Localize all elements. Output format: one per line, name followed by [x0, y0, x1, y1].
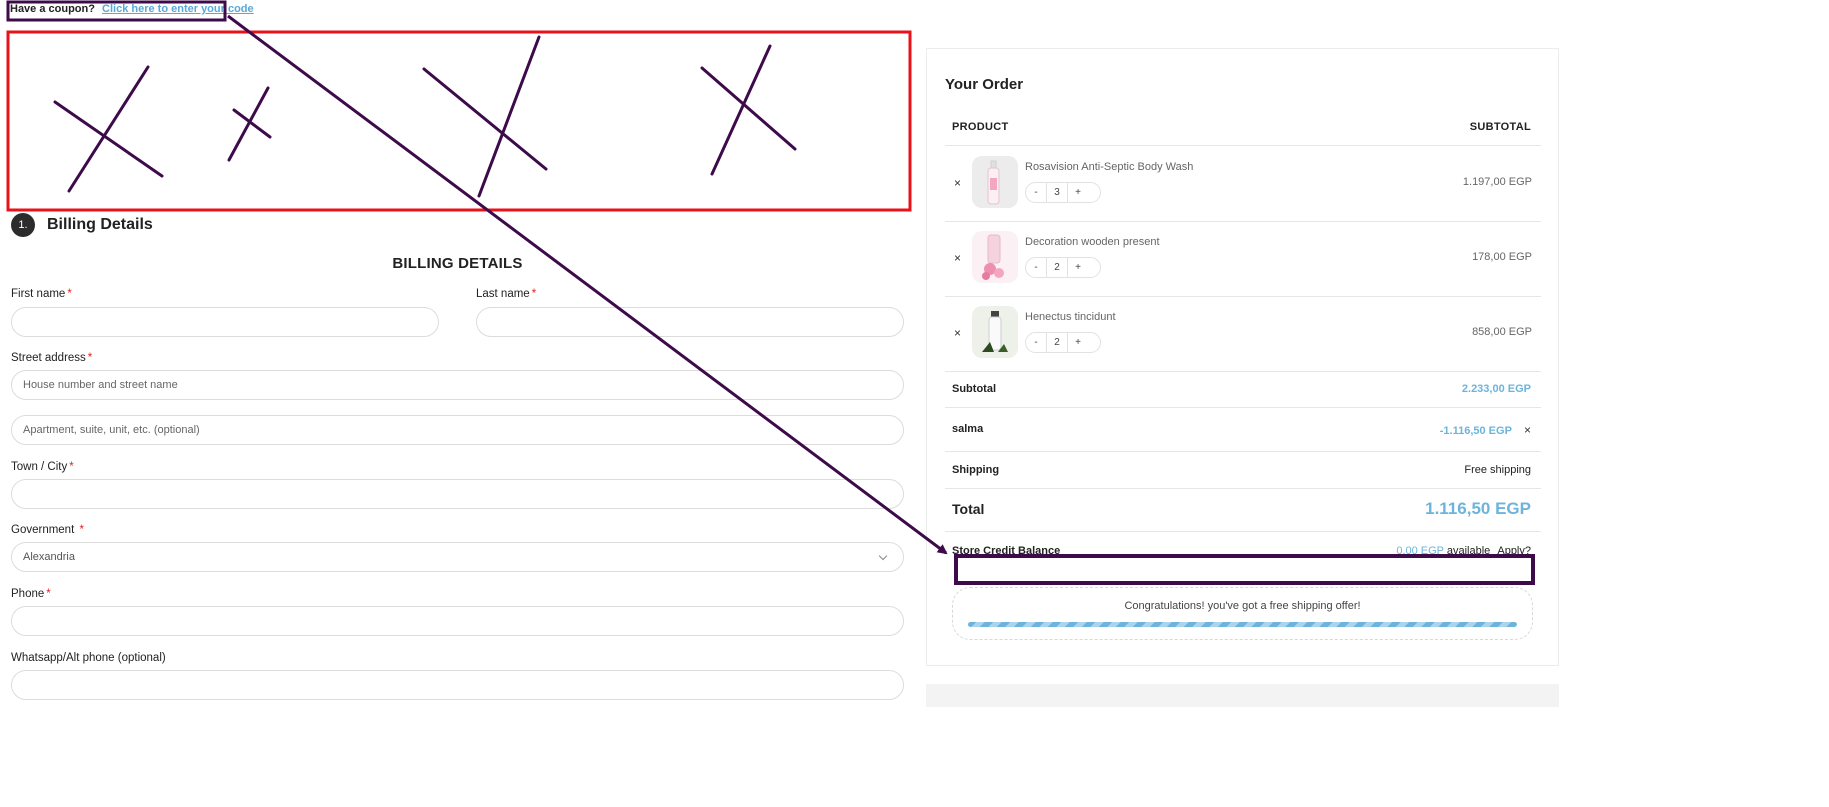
decrement-button[interactable]: - [1026, 187, 1046, 198]
quantity-value[interactable]: 2 [1046, 258, 1068, 277]
free-shipping-message: Congratulations! you've got a free shipp… [1124, 600, 1361, 612]
store-credit-info: 0,00 EGP available Apply? [1396, 545, 1531, 557]
coupon-discount: -1.116,50 EGP × [1440, 423, 1531, 437]
coupon-code-label: salma [952, 423, 984, 435]
item-price: 858,00 EGP [1472, 326, 1532, 338]
apartment-input[interactable] [11, 415, 904, 445]
item-name: Decoration wooden present [1025, 236, 1160, 248]
coupon-link[interactable]: Click here to enter your code [102, 3, 254, 15]
coupon-discount-value: -1.116,50 EGP [1439, 425, 1512, 437]
store-credit-available: available [1446, 545, 1491, 557]
step-badge: 1. [11, 213, 35, 237]
annotation-arrow [227, 14, 948, 555]
cart-item: × Decoration wooden present - 2 + 178,00… [945, 221, 1541, 296]
total-value: 1.116,50 EGP [1425, 499, 1531, 518]
divider [945, 488, 1541, 489]
last-name-input[interactable] [476, 307, 904, 337]
scribble-marks [53, 35, 797, 198]
section-title: Billing Details [47, 216, 153, 233]
apply-store-credit-link[interactable]: Apply? [1497, 545, 1531, 557]
government-selected-value: Alexandria [23, 551, 75, 563]
quantity-stepper: - 2 + [1025, 332, 1101, 353]
remove-item-icon[interactable]: × [954, 251, 961, 265]
remove-item-icon[interactable]: × [954, 326, 961, 340]
coupon-notice: Have a coupon? Click here to enter your … [10, 3, 254, 15]
street-address-input[interactable] [11, 370, 904, 400]
subtotal-column-header: SUBTOTAL [1469, 121, 1531, 133]
town-city-input[interactable] [11, 479, 904, 509]
product-thumbnail [972, 231, 1018, 283]
increment-button[interactable]: + [1068, 262, 1088, 273]
payment-section-top [926, 684, 1559, 707]
item-name: Rosavision Anti-Septic Body Wash [1025, 161, 1194, 173]
quantity-value[interactable]: 3 [1046, 183, 1068, 202]
shipping-value: Free shipping [1464, 464, 1531, 476]
phone-input[interactable] [11, 606, 904, 636]
subtotal-value: 2.233,00 EGP [1461, 383, 1531, 395]
last-name-label: Last name * [476, 288, 537, 300]
divider [945, 407, 1541, 408]
billing-heading: BILLING DETAILS [392, 255, 523, 272]
red-highlight-box [6, 30, 912, 212]
town-city-label: Town / City * [11, 461, 74, 473]
quantity-stepper: - 2 + [1025, 257, 1101, 278]
item-price: 178,00 EGP [1472, 251, 1532, 263]
product-column-header: PRODUCT [952, 121, 1009, 133]
cart-item: × Henectus tincidunt - 2 + 858,00 EGP [945, 296, 1541, 371]
increment-button[interactable]: + [1068, 187, 1088, 198]
product-thumbnail [972, 306, 1018, 358]
shipping-label: Shipping [952, 464, 1000, 476]
alt-phone-label: Whatsapp/Alt phone (optional) [11, 652, 166, 664]
divider [945, 371, 1541, 372]
quantity-value[interactable]: 2 [1046, 333, 1068, 352]
cart-item: × Rosavision Anti-Septic Body Wash - 3 +… [945, 146, 1541, 221]
decrement-button[interactable]: - [1026, 337, 1046, 348]
total-label: Total [952, 501, 985, 517]
billing-section-header: 1. Billing Details [11, 213, 153, 237]
order-title: Your Order [945, 76, 1024, 93]
government-select[interactable]: Alexandria [11, 542, 904, 572]
chevron-down-icon [878, 551, 888, 560]
first-name-label: First name * [11, 288, 72, 300]
divider [945, 451, 1541, 452]
coupon-prompt: Have a coupon? [10, 3, 95, 15]
remove-item-icon[interactable]: × [954, 176, 961, 190]
free-shipping-notice: Congratulations! you've got a free shipp… [952, 587, 1533, 640]
store-credit-label: Store Credit Balance [952, 545, 1061, 557]
decrement-button[interactable]: - [1026, 262, 1046, 273]
first-name-input[interactable] [11, 307, 439, 337]
street-address-label: Street address * [11, 352, 93, 364]
order-summary-panel: Your Order PRODUCT SUBTOTAL × Rosavision… [926, 48, 1559, 666]
remove-coupon-icon[interactable]: × [1524, 423, 1531, 437]
free-shipping-progress-bar [968, 622, 1517, 627]
alt-phone-input[interactable] [11, 670, 904, 700]
increment-button[interactable]: + [1068, 337, 1088, 348]
product-thumbnail [972, 156, 1018, 208]
item-price: 1.197,00 EGP [1462, 176, 1532, 188]
government-label: Government * [11, 524, 84, 536]
quantity-stepper: - 3 + [1025, 182, 1101, 203]
item-name: Henectus tincidunt [1025, 311, 1116, 323]
divider [945, 531, 1541, 532]
store-credit-amount: 0,00 EGP [1396, 545, 1444, 557]
subtotal-label: Subtotal [952, 383, 996, 395]
phone-label: Phone * [11, 588, 51, 600]
